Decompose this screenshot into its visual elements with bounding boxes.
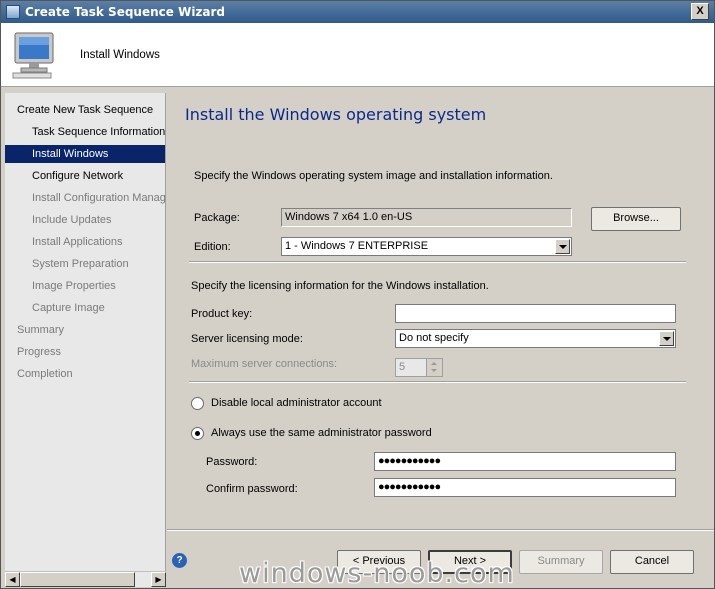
edition-label: Edition: <box>194 241 231 253</box>
package-field: Windows 7 x64 1.0 en-US <box>281 208 572 227</box>
nav-item-install-windows[interactable]: Install Windows <box>5 145 165 163</box>
nav-item-install-applications: Install Applications <box>32 236 123 248</box>
cancel-button[interactable]: Cancel <box>610 550 694 574</box>
summary-button: Summary <box>519 550 603 574</box>
confirm-password-input[interactable]: ●●●●●●●●●●● <box>374 478 676 497</box>
server-licensing-mode-value: Do not specify <box>399 332 469 344</box>
browse-button[interactable]: Browse... <box>591 207 681 231</box>
wizard-window: Create Task Sequence Wizard X Install Wi… <box>0 0 715 589</box>
section-divider <box>189 381 686 383</box>
nav-item-progress: Progress <box>17 346 62 358</box>
window-title: Create Task Sequence Wizard <box>25 5 226 19</box>
product-key-label: Product key: <box>191 308 253 320</box>
section-divider <box>189 261 686 263</box>
intro-text: Specify the Windows operating system ima… <box>194 170 553 182</box>
nav-item-image-properties: Image Properties <box>32 280 116 292</box>
close-button[interactable]: X <box>691 3 709 20</box>
nav-item-capture-image: Capture Image <box>32 302 105 314</box>
nav-item-completion: Completion <box>17 368 73 380</box>
scroll-left-arrow-icon[interactable]: ◀ <box>5 572 20 587</box>
scroll-right-arrow-icon[interactable]: ▶ <box>151 572 166 587</box>
confirm-password-label: Confirm password: <box>206 483 298 495</box>
watermark: windows-noob.com <box>239 558 515 589</box>
computer-monitor-icon <box>12 32 54 79</box>
package-label: Package: <box>194 212 240 224</box>
title-bar: Create Task Sequence Wizard X <box>1 1 714 23</box>
disable-admin-account-label[interactable]: Disable local administrator account <box>211 397 382 409</box>
nav-item-install-configuration-manager: Install Configuration Manag <box>32 192 165 204</box>
edition-select-value: 1 - Windows 7 ENTERPRISE <box>285 240 429 252</box>
licensing-intro-text: Specify the licensing information for th… <box>191 280 489 292</box>
chevron-down-icon[interactable] <box>659 331 674 346</box>
nav-item-create-new-task-sequence[interactable]: Create New Task Sequence <box>5 101 165 119</box>
footer-divider <box>167 529 714 531</box>
spinner-arrows-icon <box>426 359 442 376</box>
disable-admin-account-radio[interactable] <box>191 397 204 410</box>
wizard-content: Install the Windows operating system Spe… <box>167 88 714 588</box>
page-title: Install the Windows operating system <box>185 105 487 124</box>
help-icon[interactable]: ? <box>172 553 187 568</box>
chevron-down-icon[interactable] <box>555 239 570 254</box>
nav-item-include-updates: Include Updates <box>32 214 112 226</box>
product-key-input[interactable] <box>395 304 676 323</box>
nav-item-summary: Summary <box>17 324 65 336</box>
password-input[interactable]: ●●●●●●●●●●● <box>374 452 676 471</box>
password-label: Password: <box>206 456 258 468</box>
app-icon <box>6 5 20 19</box>
nav-horizontal-scrollbar[interactable]: ◀ ▶ <box>5 571 166 587</box>
nav-item-system-preparation: System Preparation <box>32 258 129 270</box>
edition-select[interactable]: 1 - Windows 7 ENTERPRISE <box>281 237 572 256</box>
header-title: Install Windows <box>80 49 160 61</box>
nav-item-configure-network[interactable]: Configure Network <box>5 167 165 185</box>
server-licensing-mode-select[interactable]: Do not specify <box>395 329 676 348</box>
max-server-connections-label: Maximum server connections: <box>191 358 338 370</box>
always-same-password-label[interactable]: Always use the same administrator passwo… <box>211 427 432 439</box>
wizard-nav: Create New Task Sequence Task Sequence I… <box>5 93 166 587</box>
max-server-connections-value: 5 <box>399 361 406 373</box>
nav-item-task-sequence-information[interactable]: Task Sequence Information <box>5 123 165 141</box>
always-same-password-radio[interactable] <box>191 427 204 440</box>
max-server-connections-spinner: 5 <box>395 358 443 377</box>
wizard-header: Install Windows <box>1 23 714 87</box>
server-licensing-mode-label: Server licensing mode: <box>191 333 303 345</box>
scroll-thumb[interactable] <box>20 572 135 587</box>
